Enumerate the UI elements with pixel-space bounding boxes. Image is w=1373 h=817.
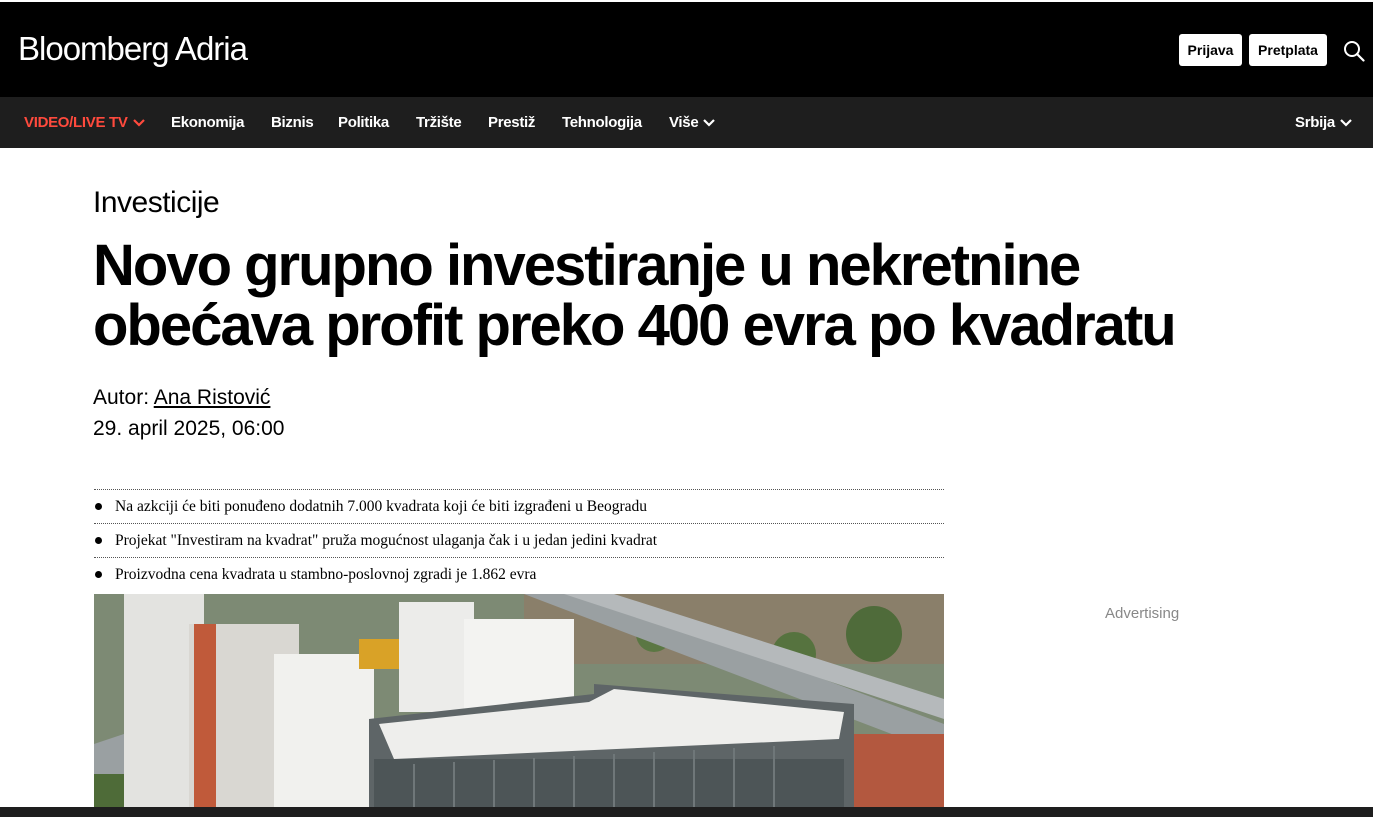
nav-item-politika[interactable]: Politika [338,114,389,131]
site-logo[interactable]: Bloomberg Adria [18,30,248,68]
article-category[interactable]: Investicije [93,186,220,220]
region-selector[interactable]: Srbija [1295,114,1353,131]
author-link[interactable]: Ana Ristović [154,386,271,409]
main-nav: VIDEO/LIVE TV Ekonomija Biznis Politika … [0,97,1373,148]
article-summary-list: Na azkciji će biti ponuđeno dodatnih 7.0… [94,489,944,591]
nav-item-vise[interactable]: Više [669,114,716,131]
nav-item-label: Više [669,114,699,131]
article-byline: Autor: Ana Ristović [93,386,270,410]
bottom-bar [0,807,1373,817]
subscribe-button[interactable]: Pretplata [1249,34,1327,66]
summary-item: Projekat "Investiram na kvadrat" pruža m… [94,523,944,557]
article-date: 29. april 2025, 06:00 [93,417,285,440]
bullet-icon [95,503,102,510]
author-prefix: Autor: [93,386,150,409]
chevron-down-icon [703,118,716,127]
bullet-icon [95,571,102,578]
chevron-down-icon [1340,118,1352,127]
login-button[interactable]: Prijava [1179,34,1242,66]
nav-item-prestiz[interactable]: Prestiž [488,114,535,131]
summary-text: Projekat "Investiram na kvadrat" pruža m… [115,531,658,549]
site-header: Bloomberg Adria Prijava Pretplata [0,0,1373,97]
nav-item-label: VIDEO/LIVE TV [24,114,128,131]
nav-item-ekonomija[interactable]: Ekonomija [171,114,244,131]
chevron-down-icon [132,118,145,127]
summary-item: Na azkciji će biti ponuđeno dodatnih 7.0… [94,489,944,523]
article-hero-image [94,594,944,808]
summary-text: Proizvodna cena kvadrata u stambno-poslo… [115,565,537,583]
search-icon[interactable] [1343,40,1365,62]
nav-item-biznis[interactable]: Biznis [271,114,314,131]
nav-item-video-live-tv[interactable]: VIDEO/LIVE TV [24,114,146,131]
article-title: Novo grupno investiranje u nekretnine ob… [93,233,1177,358]
summary-item: Proizvodna cena kvadrata u stambno-poslo… [94,557,944,591]
hero-photo-illustration [94,594,944,808]
summary-text: Na azkciji će biti ponuđeno dodatnih 7.0… [115,497,648,515]
region-label: Srbija [1295,114,1335,131]
bullet-icon [95,537,102,544]
nav-item-tehnologija[interactable]: Tehnologija [562,114,642,131]
advertising-label: Advertising [1105,605,1180,622]
nav-item-trziste[interactable]: Tržište [416,114,462,131]
